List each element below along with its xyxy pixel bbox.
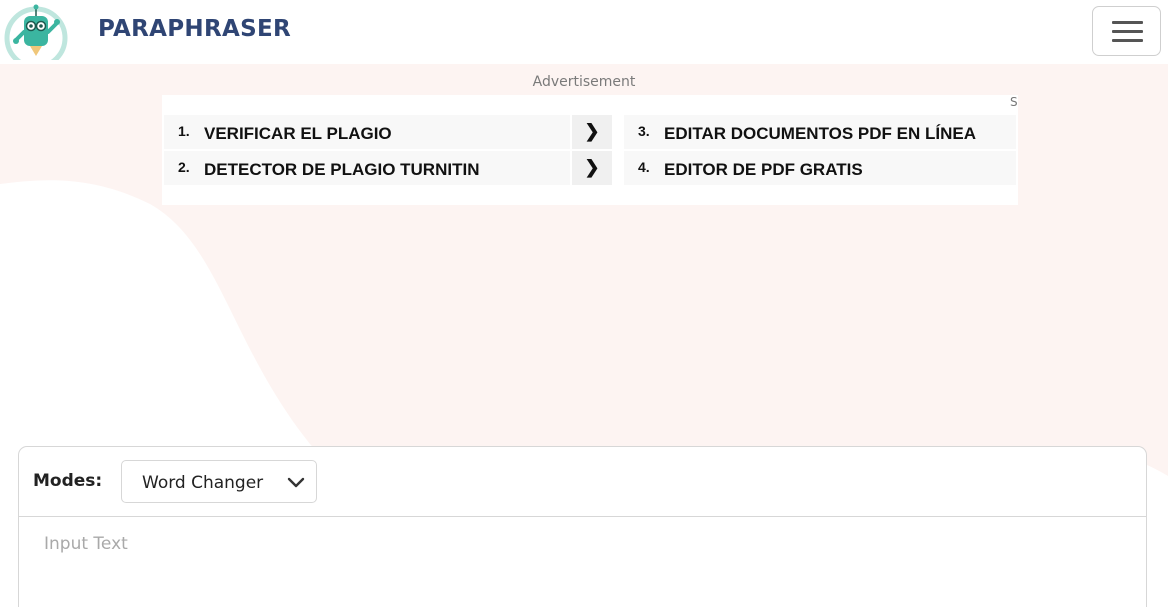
- ad-item-text: DETECTOR DE PLAGIO TURNITIN: [204, 160, 480, 179]
- chevron-down-icon: [287, 477, 305, 488]
- ad-item-number: 1.: [178, 123, 190, 139]
- ad-link-detector-turnitin[interactable]: 2. DETECTOR DE PLAGIO TURNITIN ❯: [164, 151, 612, 185]
- ad-choices-mark[interactable]: S: [1010, 95, 1018, 109]
- chevron-right-icon[interactable]: ❯: [570, 115, 612, 149]
- advertisement-label: Advertisement: [532, 74, 636, 90]
- ad-item-text: EDITOR DE PDF GRATIS: [664, 160, 863, 179]
- header: PARAPHRASER: [0, 0, 1168, 64]
- input-text-area[interactable]: [19, 518, 1146, 607]
- ad-link-editor-pdf-gratis[interactable]: 4. EDITOR DE PDF GRATIS: [624, 151, 1016, 185]
- mode-dropdown-value: Word Changer: [142, 473, 264, 493]
- ad-link-editar-pdf[interactable]: 3. EDITAR DOCUMENTOS PDF EN LÍNEA: [624, 115, 1016, 149]
- ad-item-number: 3.: [638, 123, 650, 139]
- ad-item-text: EDITAR DOCUMENTOS PDF EN LÍNEA: [664, 124, 976, 143]
- ad-item-number: 2.: [178, 159, 190, 175]
- mode-dropdown[interactable]: Word Changer: [121, 460, 317, 503]
- ad-item-number: 4.: [638, 159, 650, 175]
- chevron-right-icon[interactable]: ❯: [570, 151, 612, 185]
- modes-bar: Modes: Word Changer: [19, 447, 1146, 517]
- hamburger-menu-button[interactable]: [1092, 6, 1161, 56]
- ad-item-text: VERIFICAR EL PLAGIO: [204, 124, 392, 143]
- robot-pencil-logo[interactable]: [4, 0, 68, 60]
- hamburger-menu-icon: [1112, 21, 1143, 24]
- paraphrase-tool-panel: Modes: Word Changer: [18, 446, 1147, 607]
- ad-link-verificar-plagio[interactable]: 1. VERIFICAR EL PLAGIO ❯: [164, 115, 612, 149]
- brand-name[interactable]: PARAPHRASER: [98, 16, 291, 42]
- ad-box: S 1. VERIFICAR EL PLAGIO ❯ 2. DETECTOR D…: [162, 95, 1018, 205]
- modes-label: Modes:: [33, 471, 103, 491]
